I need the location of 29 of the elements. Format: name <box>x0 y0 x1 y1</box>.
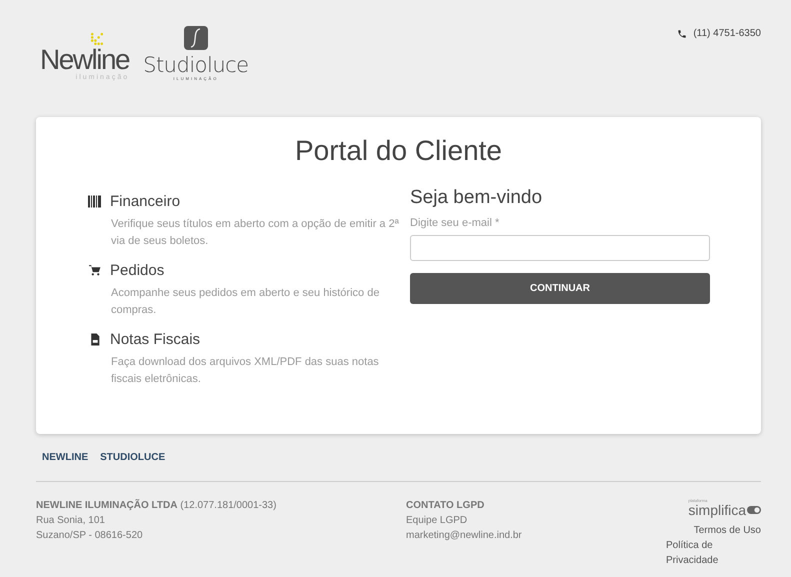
brand-link[interactable]: NEWLINE <box>42 452 88 463</box>
feature-description: Acompanhe seus pedidos em aberto e seu histórico de compras. <box>111 286 380 318</box>
company-info: Suzano/SP - 08616-520 <box>36 529 144 543</box>
welcome-heading: Seja bem-vindo <box>410 187 544 209</box>
phone-icon <box>677 28 688 38</box>
feature-description: Faça download dos arquivos XML/PDF das suas notas fiscais eletrônicas. <box>111 355 380 387</box>
document-icon <box>88 333 102 346</box>
phone-number[interactable]: (11) 4751-6350 <box>693 28 761 39</box>
contact-info: Equipe LGPD <box>406 514 468 528</box>
footer-link[interactable]: Política de Privacidade <box>666 538 761 568</box>
feature-title: Pedidos <box>110 262 164 279</box>
footer-link[interactable]: Termos de Uso <box>694 523 761 538</box>
company-info: NEWLINE ILUMINAÇÃO LTDA (12.077.181/0001-33) <box>36 498 278 513</box>
email-field[interactable] <box>410 235 710 261</box>
toggle-icon <box>747 506 761 514</box>
email-link[interactable]: marketing@newline.ind.br <box>406 528 666 543</box>
cart-icon <box>88 264 102 277</box>
s-mark-icon <box>184 26 208 50</box>
email-label: Digite seu e-mail * <box>410 217 500 229</box>
dots-icon <box>90 32 104 47</box>
continue-button[interactable]: CONTINUAR <box>410 273 710 304</box>
feature-title: Notas Fiscais <box>110 331 200 348</box>
barcode-icon <box>88 195 102 208</box>
feature-title: Financeiro <box>110 193 180 210</box>
company-info: Rua Sonia, 101 <box>36 514 106 528</box>
page-title: Portal do Cliente <box>294 135 503 167</box>
brand-link[interactable]: STUDIOLUCE <box>100 452 166 463</box>
contact-info: CONTATO LGPD <box>406 499 486 513</box>
feature-description: Verifique seus títulos em aberto com a opção de emitir a 2ª via de seus boletos. <box>111 217 400 249</box>
